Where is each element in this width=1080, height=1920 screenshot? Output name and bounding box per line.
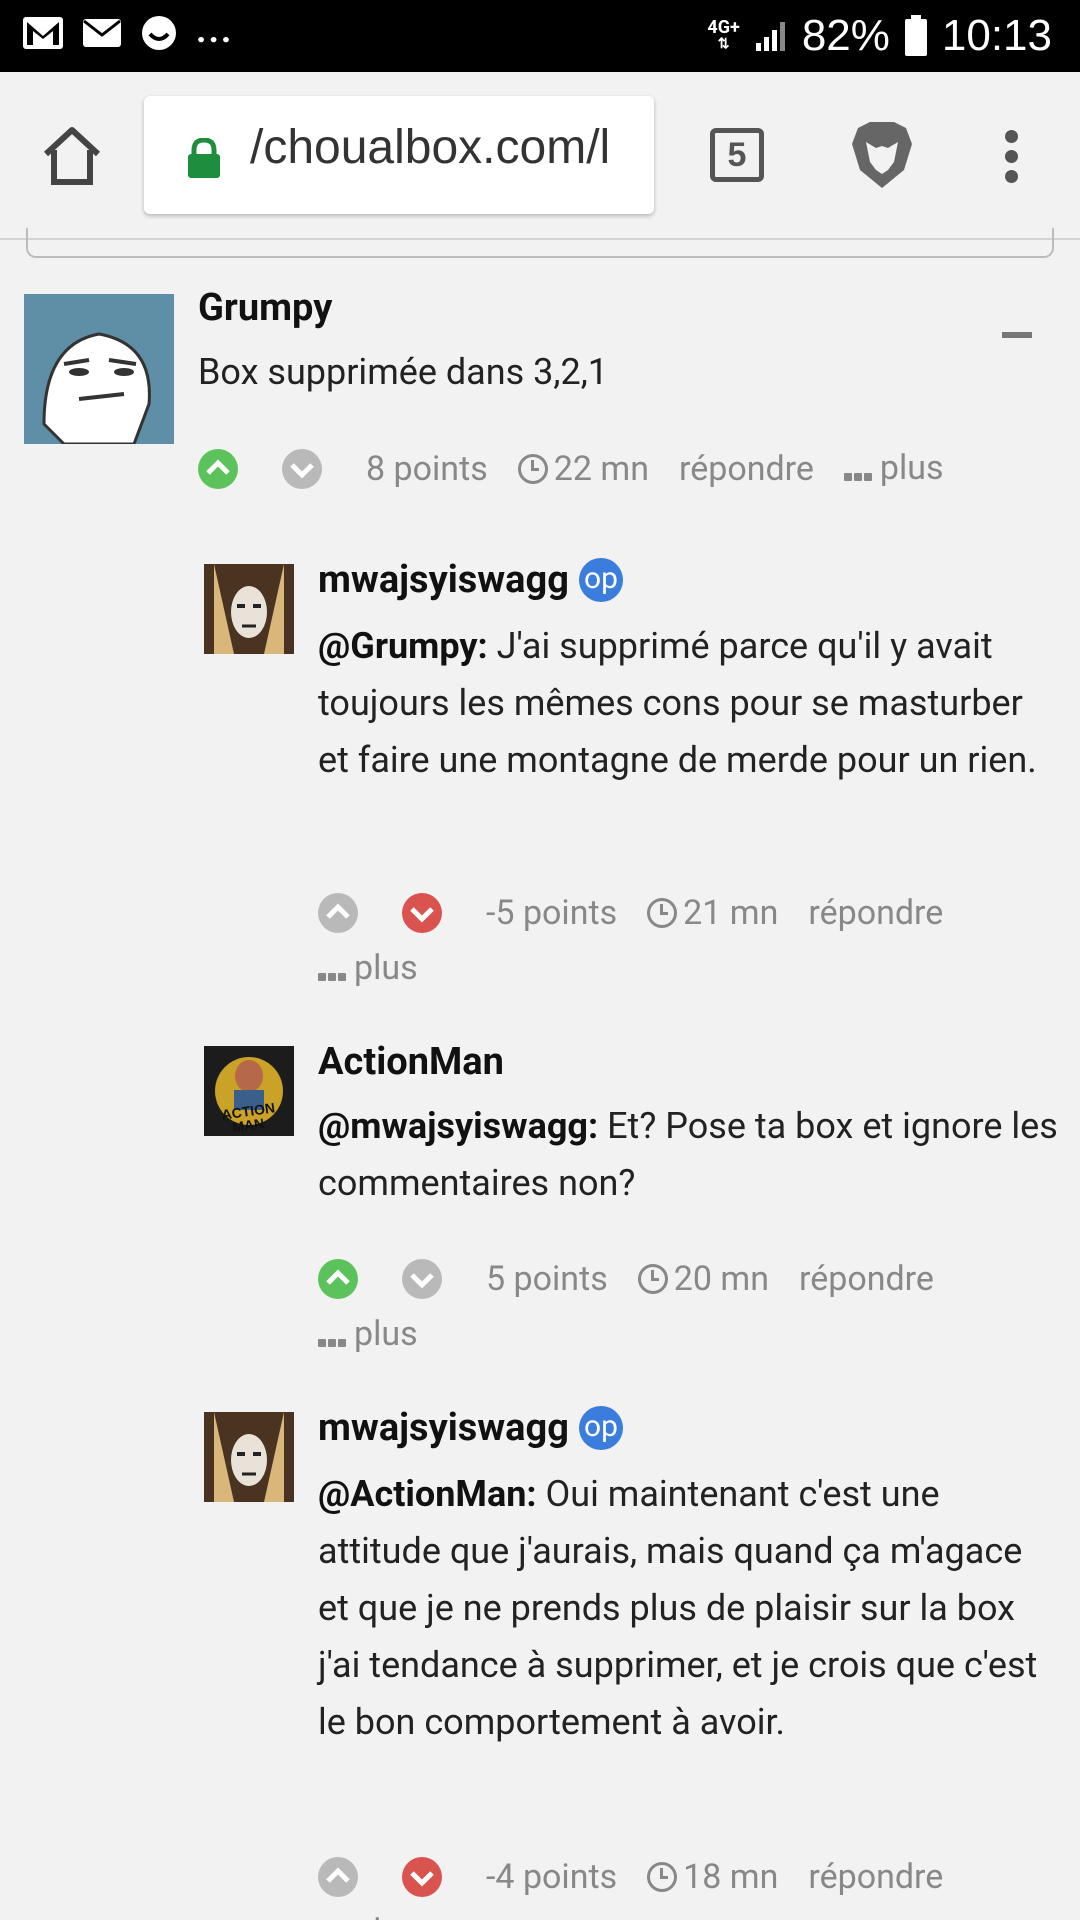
upvote-button[interactable]: [318, 1857, 358, 1898]
home-icon[interactable]: [40, 124, 104, 188]
overflow-menu-icon[interactable]: [1000, 130, 1022, 186]
comment-actions: -4 points 18 mn répondre plus: [318, 1848, 1058, 1920]
comment-text: Box supprimée dans 3,2,1: [198, 344, 1048, 401]
author-name[interactable]: mwajsyiswagg: [318, 1406, 569, 1450]
comment-message: Box supprimée dans 3,2,1: [198, 351, 609, 393]
more-link[interactable]: plus: [843, 441, 944, 497]
upvote-button[interactable]: [198, 449, 238, 490]
mention[interactable]: @ActionMan:: [318, 1473, 537, 1515]
url-text[interactable]: /choualbox.com/l: [250, 120, 610, 175]
downvote-button[interactable]: [402, 1259, 442, 1300]
timestamp: 20 mn: [637, 1252, 769, 1306]
network-indicator: 4G+ ⇅: [707, 17, 740, 53]
comment-author[interactable]: Grumpy: [198, 286, 332, 330]
comment-text: @ActionMan: Oui maintenant c'est une att…: [318, 1466, 1062, 1751]
address-bar[interactable]: /choualbox.com/l: [144, 96, 654, 214]
more-notifications: ...: [196, 9, 234, 51]
clock-icon: [647, 898, 678, 929]
url-fade: [614, 96, 654, 214]
previous-box-edge: [26, 228, 1054, 258]
author-name[interactable]: Grumpy: [198, 286, 332, 330]
avatar[interactable]: [24, 294, 174, 444]
battery-icon: [904, 15, 927, 56]
points-count: 5 points: [486, 1259, 608, 1300]
status-bar: ... 4G+ ⇅ 82% 10:13: [0, 0, 1080, 72]
comment-author[interactable]: mwajsyiswagg op: [318, 1406, 623, 1450]
points-count: -5 points: [486, 893, 618, 934]
points-count: -4 points: [486, 1857, 618, 1898]
upvote-button[interactable]: [318, 1259, 358, 1300]
collapse-thread-button[interactable]: [1002, 332, 1032, 338]
upvote-button[interactable]: [318, 893, 358, 934]
brave-lion-icon[interactable]: [848, 118, 916, 192]
mention[interactable]: @Grumpy:: [318, 625, 488, 667]
avatar[interactable]: [204, 564, 294, 654]
downvote-button[interactable]: [402, 893, 442, 934]
reply-link[interactable]: répondre: [679, 442, 814, 496]
op-badge: op: [578, 558, 623, 602]
messenger-icon: [142, 16, 176, 50]
avatar[interactable]: [204, 1412, 294, 1502]
more-label[interactable]: plus: [354, 1912, 418, 1920]
more-link[interactable]: plus: [318, 1307, 418, 1363]
more-label[interactable]: plus: [880, 448, 944, 488]
author-name[interactable]: ActionMan: [318, 1040, 504, 1084]
comment-actions: -5 points 21 mn répondre plus: [318, 884, 1058, 997]
timestamp: 18 mn: [647, 1850, 778, 1904]
timestamp: 22 mn: [517, 442, 649, 496]
reply-link[interactable]: répondre: [808, 886, 943, 940]
mention[interactable]: @mwajsyiswagg:: [318, 1105, 598, 1147]
comment-author[interactable]: mwajsyiswagg op: [318, 558, 623, 602]
mail-icon: [83, 19, 121, 47]
reply-link[interactable]: répondre: [799, 1252, 934, 1306]
more-dots-icon: [843, 443, 874, 497]
clock-icon: [637, 1264, 668, 1295]
network-type: 4G+: [707, 17, 740, 38]
comment-actions: 5 points 20 mn répondre plus: [318, 1250, 1058, 1363]
clock-icon: [517, 454, 548, 485]
downvote-button[interactable]: [282, 449, 322, 490]
downvote-button[interactable]: [402, 1857, 442, 1898]
more-label[interactable]: plus: [354, 948, 418, 988]
op-badge: op: [578, 1406, 623, 1450]
clock-time: 10:13: [941, 11, 1052, 60]
reply-link[interactable]: répondre: [808, 1850, 943, 1904]
comment-text: @Grumpy: J'ai supprimé parce qu'il y ava…: [318, 618, 1058, 789]
signal-icon: [755, 22, 785, 51]
notification-icons: ...: [22, 9, 233, 52]
more-dots-icon: [318, 1907, 348, 1920]
more-dots-icon: [318, 943, 348, 997]
lock-icon: [188, 138, 220, 178]
timestamp-text: 21 mn: [683, 893, 779, 934]
more-link[interactable]: plus: [318, 941, 418, 997]
comment-actions: 8 points 22 mn répondre plus: [198, 440, 1058, 497]
timestamp-text: 20 mn: [673, 1259, 769, 1300]
browser-toolbar: /choualbox.com/l 5: [0, 72, 1080, 240]
more-dots-icon: [318, 1309, 348, 1363]
comment-text: @mwajsyiswagg: Et? Pose ta box et ignore…: [318, 1098, 1058, 1212]
timestamp-text: 18 mn: [683, 1857, 779, 1898]
author-name[interactable]: mwajsyiswagg: [318, 558, 569, 602]
points-count: 8 points: [366, 449, 488, 490]
gmail-icon: [23, 17, 63, 49]
tab-switcher-button[interactable]: 5: [710, 128, 764, 182]
avatar[interactable]: ACTION MAN: [204, 1046, 294, 1136]
comment-author[interactable]: ActionMan: [318, 1040, 504, 1084]
more-label[interactable]: plus: [354, 1314, 418, 1354]
data-arrows-icon: ⇅: [717, 36, 730, 52]
timestamp-text: 22 mn: [553, 449, 649, 490]
timestamp: 21 mn: [647, 886, 778, 940]
more-link[interactable]: plus: [318, 1905, 418, 1920]
clock-icon: [647, 1862, 678, 1893]
battery-percent: 82%: [801, 11, 890, 60]
